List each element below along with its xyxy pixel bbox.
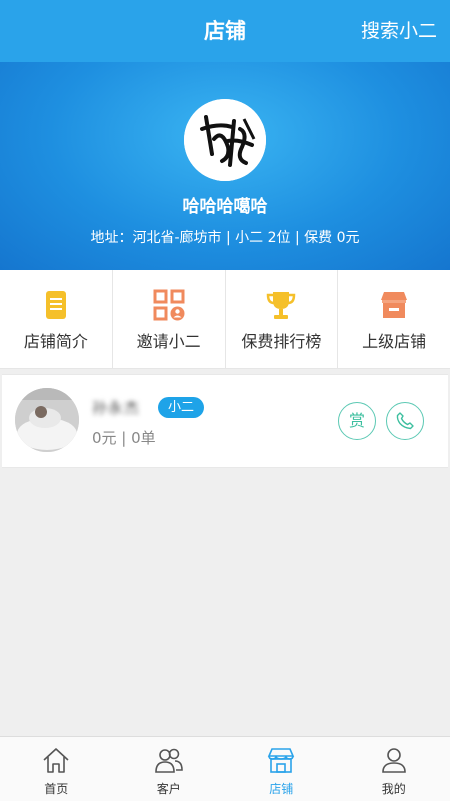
tab-label: 首页: [0, 780, 113, 797]
shortcut-shop-intro[interactable]: 店铺简介: [0, 270, 113, 368]
bottom-tab-bar: 首页 客户 店铺 我的: [0, 736, 450, 801]
shortcut-label: 店铺简介: [0, 328, 112, 352]
store-icon: [266, 745, 296, 775]
shortcut-label: 上级店铺: [338, 328, 450, 352]
role-badge: 小二: [158, 397, 204, 418]
shortcut-parent-store[interactable]: 上级店铺: [338, 270, 450, 368]
tab-label: 我的: [338, 780, 450, 797]
trophy-icon: [264, 288, 298, 322]
shop-meta: 地址：河北省-廊坊市 | 小二 2位 | 保费 0元: [0, 227, 450, 247]
shortcut-label: 邀请小二: [113, 328, 225, 352]
reward-button[interactable]: 赏: [338, 402, 376, 440]
tab-customers[interactable]: 客户: [113, 737, 226, 801]
person-icon: [379, 745, 409, 775]
shortcut-label: 保费排行榜: [226, 328, 338, 352]
shortcut-invite-member[interactable]: 邀请小二: [113, 270, 226, 368]
store-icon: [377, 288, 411, 322]
member-card[interactable]: 孙永杰 小二 0元 | 0单 赏: [2, 374, 448, 468]
calligraphy-signature-avatar: [184, 99, 266, 181]
search-member-button[interactable]: 搜索小二: [361, 0, 437, 62]
users-icon: [154, 745, 184, 775]
call-button[interactable]: [386, 402, 424, 440]
tab-label: 店铺: [225, 780, 338, 797]
member-avatar: [15, 388, 79, 452]
shortcut-grid: 店铺简介 邀请小二 保费排行榜 上级店铺: [0, 270, 450, 369]
member-name: 孙永杰: [92, 397, 140, 418]
document-icon: [39, 288, 73, 322]
tab-profile[interactable]: 我的: [338, 737, 450, 801]
home-icon: [41, 745, 71, 775]
top-bar: 店铺 搜索小二: [0, 0, 450, 62]
member-stats: 0元 | 0单: [92, 427, 156, 448]
shortcut-premium-ranking[interactable]: 保费排行榜: [226, 270, 339, 368]
member-photo-icon: [15, 388, 79, 452]
shop-banner: 哈哈哈噶哈 地址：河北省-廊坊市 | 小二 2位 | 保费 0元: [0, 62, 450, 270]
tab-store[interactable]: 店铺: [225, 737, 338, 801]
qrcode-icon: [152, 288, 186, 322]
phone-icon: [395, 411, 415, 431]
tab-home[interactable]: 首页: [0, 737, 113, 801]
shop-name: 哈哈哈噶哈: [0, 192, 450, 217]
shop-avatar[interactable]: [184, 99, 266, 181]
tab-label: 客户: [113, 780, 226, 797]
